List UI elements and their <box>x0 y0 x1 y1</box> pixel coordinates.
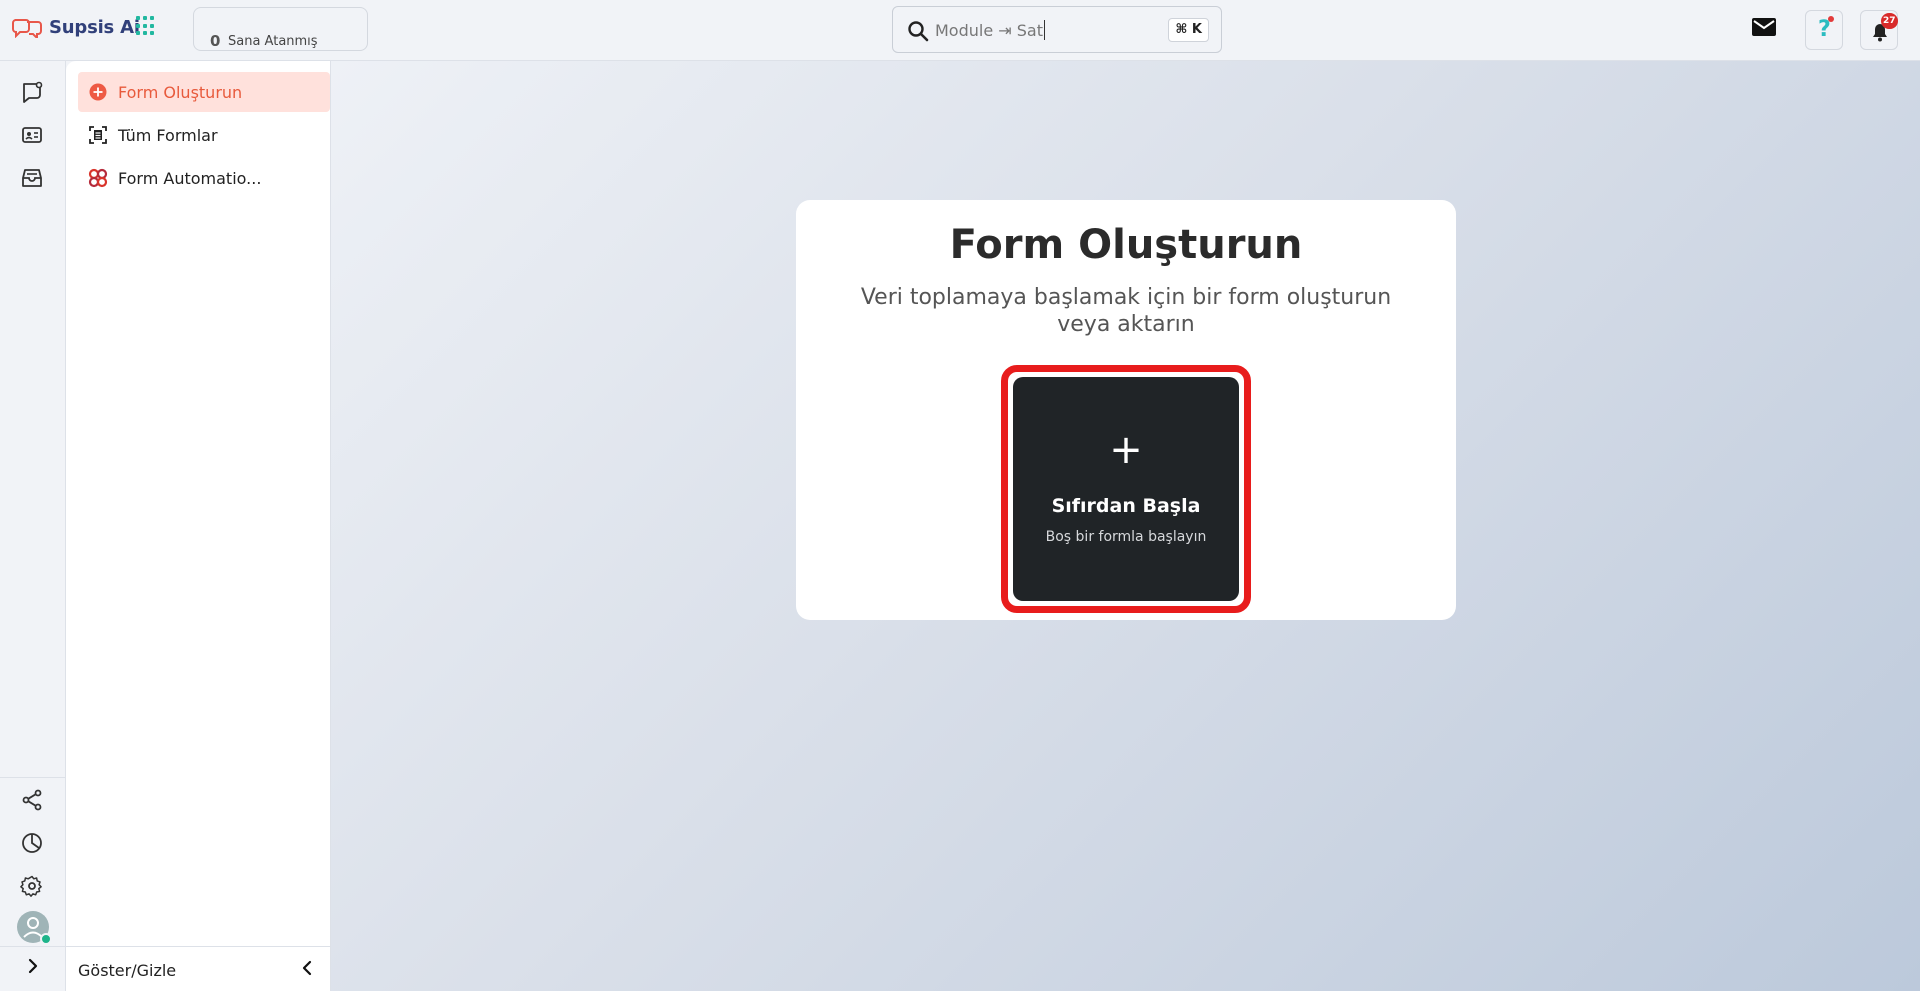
rail-divider <box>0 777 66 778</box>
top-bar: Supsis Ai 0 Sana Atanmış Module ⇥ Sat ⌘ … <box>0 0 1920 61</box>
sidebar-item-label: Form Automatio... <box>118 168 262 188</box>
rail-divider-bottom <box>0 946 66 947</box>
icon-rail <box>0 61 66 991</box>
search-shortcut: ⌘ K <box>1168 18 1209 42</box>
tile-title: Sıfırdan Başla <box>1051 495 1201 517</box>
sidebar-item-create-form[interactable]: Form Oluşturun <box>78 72 330 112</box>
page-subtitle: Veri toplamaya başlamak için bir form ol… <box>860 285 1392 337</box>
chat-icon[interactable] <box>20 80 44 104</box>
sidebar-item-label: Form Oluşturun <box>118 82 243 102</box>
logo-icon <box>12 19 42 38</box>
contact-card-icon[interactable] <box>20 123 44 147</box>
analytics-icon[interactable] <box>20 831 44 855</box>
assigned-to-you-button[interactable]: 0 Sana Atanmış <box>193 7 368 51</box>
sidebar-item-label: Tüm Formlar <box>118 125 218 145</box>
app-name: Supsis Ai <box>49 16 140 38</box>
page-title: Form Oluşturun <box>949 222 1303 268</box>
share-icon[interactable] <box>20 788 44 812</box>
notification-badge: 27 <box>1881 13 1898 29</box>
search-input[interactable]: Module ⇥ Sat ⌘ K <box>892 6 1222 53</box>
sidebar-toggle-label: Göster/Gizle <box>78 961 177 980</box>
chevron-right-icon[interactable] <box>24 957 42 975</box>
search-icon <box>908 21 929 42</box>
help-button[interactable]: ? <box>1805 10 1843 50</box>
app-logo[interactable]: Supsis Ai <box>12 14 140 40</box>
sidebar-item-all-forms[interactable]: Tüm Formlar <box>78 115 330 155</box>
form-list-icon <box>89 126 107 144</box>
sidebar-toggle[interactable]: Göster/Gizle <box>66 946 331 991</box>
assigned-label: Sana Atanmış <box>228 34 318 49</box>
inbox-icon[interactable] <box>20 166 44 190</box>
apps-grid-icon[interactable] <box>136 16 156 36</box>
user-avatar[interactable] <box>17 911 52 945</box>
forms-sidebar: Form Oluşturun Tüm Formlar Form Automati… <box>66 61 331 991</box>
create-form-card: Form Oluşturun Veri toplamaya başlamak i… <box>796 200 1456 620</box>
main-content: Form Oluşturun Veri toplamaya başlamak i… <box>331 61 1920 991</box>
gear-icon[interactable] <box>20 874 44 898</box>
start-from-scratch-button[interactable]: + Sıfırdan Başla Boş bir formla başlayın <box>1013 377 1239 601</box>
help-indicator <box>1828 16 1834 22</box>
search-text: Module ⇥ Sat <box>935 20 1045 40</box>
mail-icon[interactable] <box>1752 18 1776 36</box>
assigned-count: 0 <box>210 32 221 50</box>
automation-icon <box>88 168 108 188</box>
online-status-dot <box>40 933 52 945</box>
plus-icon: + <box>1109 427 1143 473</box>
chevron-left-icon[interactable] <box>298 959 316 977</box>
plus-circle-icon <box>89 83 107 101</box>
notifications-button[interactable]: 27 <box>1860 10 1898 50</box>
sidebar-item-form-automation[interactable]: Form Automatio... <box>78 158 330 198</box>
tile-subtitle: Boş bir formla başlayın <box>1045 529 1207 545</box>
